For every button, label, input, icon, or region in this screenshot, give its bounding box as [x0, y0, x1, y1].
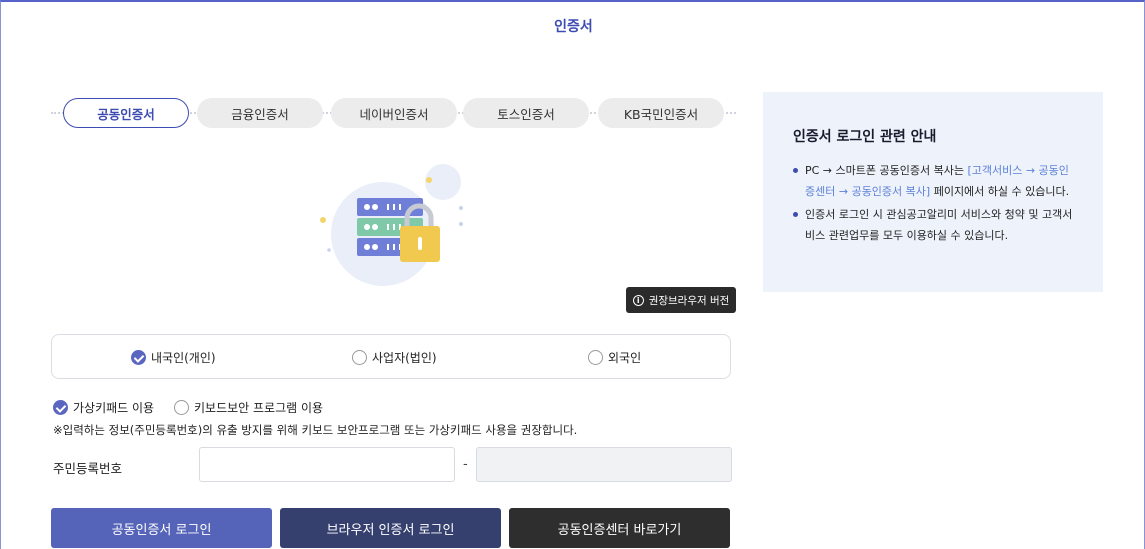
recommended-browser-button[interactable]: i 권장브라우저 버전 — [626, 287, 736, 313]
rrn-back-input[interactable] — [476, 447, 732, 482]
radio-checked-icon — [53, 400, 68, 415]
tab-naver-certificate[interactable]: 네이버인증서 — [331, 98, 457, 128]
rrn-separator: - — [463, 457, 468, 472]
tab-financial-certificate[interactable]: 금융인증서 — [197, 98, 323, 128]
guide-title: 인증서 로그인 관련 안내 — [793, 129, 937, 145]
radio-unchecked-icon — [352, 350, 367, 365]
radio-foreigner-label: 외국인 — [608, 351, 642, 365]
radio-business-label: 사업자(법인) — [372, 351, 437, 365]
page-title: 인증서 — [554, 19, 593, 35]
guide-item-text: PC → 스마트폰 공동인증서 복사는 — [805, 164, 968, 177]
cert-login-button[interactable]: 공동인증서 로그인 — [51, 508, 272, 548]
browser-cert-login-button[interactable]: 브라우저 인증서 로그인 — [280, 508, 501, 548]
rrn-label: 주민등록번호 — [53, 461, 123, 476]
guide-item: PC → 스마트폰 공동인증서 복사는 [고객서비스 → 공동인증센터 → 공동… — [793, 160, 1073, 202]
radio-checked-icon — [131, 350, 146, 365]
tab-kb-certificate[interactable]: KB국민인증서 — [598, 98, 724, 128]
login-guide-panel: 인증서 로그인 관련 안내 PC → 스마트폰 공동인증서 복사는 [고객서비스… — [763, 92, 1103, 292]
guide-list: PC → 스마트폰 공동인증서 복사는 [고객서비스 → 공동인증센터 → 공동… — [793, 160, 1073, 246]
certificate-lock-illustration — [320, 164, 463, 286]
radio-individual-label: 내국인(개인) — [151, 351, 216, 365]
radio-individual[interactable]: 내국인(개인) — [131, 349, 216, 366]
info-icon: i — [632, 294, 644, 306]
radio-foreigner[interactable]: 외국인 — [588, 349, 641, 366]
tab-joint-certificate[interactable]: 공동인증서 — [63, 98, 189, 128]
guide-item-text: 페이지에서 하실 수 있습니다. — [930, 185, 1070, 198]
radio-keyboard-security[interactable]: 키보드보안 프로그램 이용 — [174, 399, 323, 416]
radio-virtual-keypad-label: 가상키패드 이용 — [73, 401, 155, 415]
recommended-browser-label: 권장브라우저 버전 — [648, 294, 730, 307]
radio-business[interactable]: 사업자(법인) — [352, 349, 437, 366]
security-notice: ※입력하는 정보(주민등록번호)의 유출 방지를 위해 키보드 보안프로그램 또… — [53, 423, 578, 437]
cert-center-link-button[interactable]: 공동인증센터 바로가기 — [509, 508, 730, 548]
rrn-front-input[interactable] — [199, 447, 455, 482]
radio-virtual-keypad[interactable]: 가상키패드 이용 — [53, 399, 154, 416]
radio-unchecked-icon — [174, 400, 189, 415]
radio-keyboard-security-label: 키보드보안 프로그램 이용 — [194, 401, 324, 415]
guide-item: 인증서 로그인 시 관심공고알리미 서비스와 청약 및 고객서비스 관련업무를 … — [793, 204, 1073, 246]
tab-toss-certificate[interactable]: 토스인증서 — [463, 98, 589, 128]
radio-unchecked-icon — [588, 350, 603, 365]
